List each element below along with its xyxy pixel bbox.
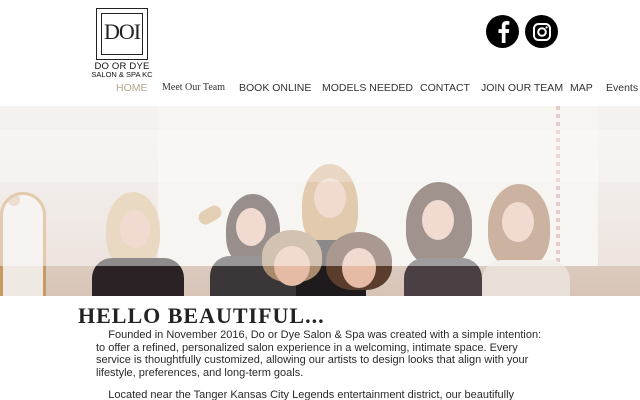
facebook-icon: [498, 20, 509, 43]
location-paragraph: Located near the Tanger Kansas City Lege…: [96, 389, 546, 400]
instagram-icon: [532, 22, 551, 41]
instagram-link[interactable]: [525, 15, 558, 48]
nav-item-home[interactable]: HOME: [116, 82, 148, 94]
nav-item-book-online[interactable]: BOOK ONLINE: [239, 82, 311, 94]
location-paragraph-text: Located near the Tanger Kansas City Lege…: [108, 389, 515, 400]
intro-paragraph: Founded in November 2016, Do or Dye Salo…: [96, 329, 546, 379]
main-nav: HOME Meet Our Team BOOK ONLINE MODELS NE…: [116, 82, 640, 96]
logo-subtitle: SALON & SPA KC: [91, 70, 153, 79]
site-logo[interactable]: DOI DO OR DYE SALON & SPA KC: [84, 6, 160, 80]
logo-monogram: DOI: [103, 19, 141, 44]
social-links: [486, 15, 558, 48]
nav-item-join-our-team[interactable]: JOIN OUR TEAM: [481, 82, 563, 94]
nav-item-events[interactable]: Events: [606, 82, 638, 94]
nav-item-map[interactable]: MAP: [570, 82, 593, 94]
nav-item-meet-our-team[interactable]: Meet Our Team: [162, 82, 225, 93]
logo-frame: DOI: [96, 8, 148, 60]
nav-item-models-needed[interactable]: MODELS NEEDED: [322, 82, 413, 94]
facebook-link[interactable]: [486, 15, 519, 48]
hero-overlay-band: [0, 130, 640, 182]
hero-image: [0, 106, 640, 296]
page-headline: HELLO BEAUTIFUL...: [78, 303, 325, 328]
intro-paragraph-text: Founded in November 2016, Do or Dye Salo…: [96, 329, 542, 379]
nav-item-contact[interactable]: CONTACT: [420, 82, 470, 94]
